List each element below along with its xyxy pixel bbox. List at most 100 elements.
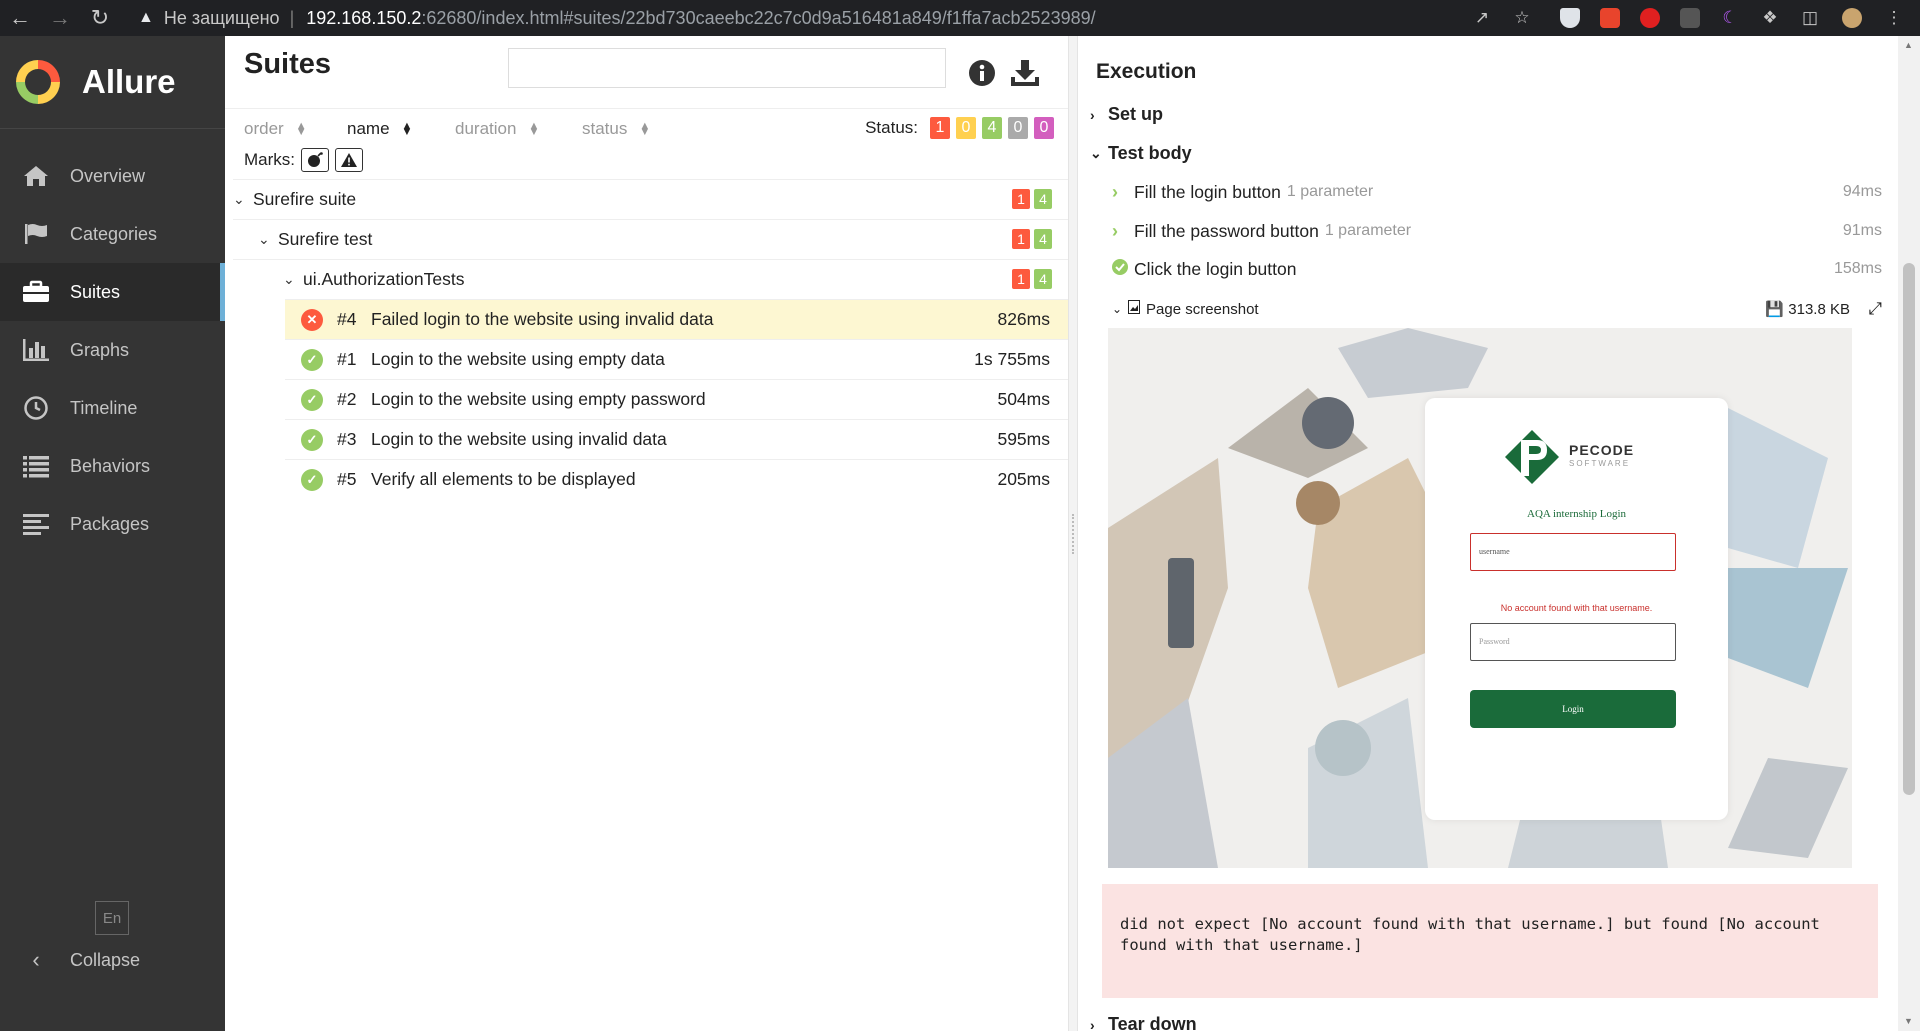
chevron-down-icon: ⌄ xyxy=(283,271,295,287)
username-field: username xyxy=(1470,533,1676,571)
share-icon[interactable]: ↗ xyxy=(1468,4,1496,32)
step-duration: 94ms xyxy=(1842,183,1882,200)
sidebar-item-label: Packages xyxy=(70,513,150,534)
collapse-button[interactable]: ‹ Collapse xyxy=(22,947,140,973)
new-failed-warning-icon[interactable] xyxy=(335,148,363,172)
step-row[interactable]: › Fill the password button 1 parameter 9… xyxy=(1112,216,1882,246)
setup-section[interactable]: › Set up xyxy=(1090,104,1163,125)
sidebar-item-graphs[interactable]: Graphs xyxy=(0,321,225,379)
status-broken-toggle[interactable]: 0 xyxy=(956,117,976,139)
clock-icon xyxy=(22,394,50,422)
profile-avatar[interactable] xyxy=(1838,4,1866,32)
sort-bar: order ▲ ▼ name ▲ ▼ duration ▲ ▼ status ▲ ▼ S… xyxy=(225,108,1068,144)
test-case-row[interactable]: ✓ #5 Verify all elements to be displayed… xyxy=(285,459,1068,499)
sidebar-item-packages[interactable]: Packages xyxy=(0,495,225,553)
browser-toolbar: ← → ↻ ▲ Не защищено | 192.168.150.2:6268… xyxy=(0,0,1920,36)
login-card: PECODE SOFTWARE AQA internship Login user… xyxy=(1425,398,1728,820)
warning-icon: ▲ xyxy=(138,9,154,26)
brand-name: Allure xyxy=(82,63,176,100)
sidebar-item-label: Timeline xyxy=(70,397,138,418)
pecode-brand-sub: SOFTWARE xyxy=(1569,459,1631,468)
node-label: ui.AuthorizationTests xyxy=(303,269,465,289)
node-counts: 1 4 xyxy=(1008,269,1052,289)
passed-status-icon: ✓ xyxy=(301,468,323,491)
test-case-row[interactable]: ✓ #2 Login to the website using empty pa… xyxy=(285,379,1068,419)
status-unknown-toggle[interactable]: 0 xyxy=(1034,117,1054,139)
attachment-size-value: 313.8 KB xyxy=(1788,301,1850,318)
security-label: Не защищено xyxy=(163,7,280,28)
error-message: did not expect [No account found with th… xyxy=(1102,884,1878,998)
sidebar-item-timeline[interactable]: Timeline xyxy=(0,379,225,437)
tree-node-test[interactable]: ⌄ Surefire test 1 4 xyxy=(233,219,1068,259)
download-icon[interactable] xyxy=(1010,58,1040,88)
test-case-name: Login to the website using invalid data xyxy=(371,429,667,449)
status-skipped-toggle[interactable]: 0 xyxy=(1008,117,1028,139)
login-button: Login xyxy=(1470,690,1676,728)
browser-menu-icon[interactable]: ⋮ xyxy=(1880,4,1908,32)
test-case-duration: 826ms xyxy=(997,309,1050,329)
puzzle-extensions-icon[interactable]: ❖ xyxy=(1756,4,1784,32)
step-row[interactable]: Click the login button 158ms xyxy=(1112,254,1882,284)
scrollbar[interactable]: ▲ ▼ xyxy=(1898,36,1920,1031)
test-case-name: Login to the website using empty passwor… xyxy=(371,389,706,409)
pane-resizer[interactable] xyxy=(1068,36,1078,1031)
tree-node-suite[interactable]: ⌄ Surefire suite 1 4 xyxy=(233,179,1068,219)
sidebar-item-suites[interactable]: Suites xyxy=(0,263,225,321)
username-error: No account found with that username. xyxy=(1500,603,1653,613)
status-filter: Status: 1 0 4 0 0 xyxy=(865,117,1054,139)
attachment-row[interactable]: ⌄ Page screenshot 💾 313.8 KB ⤢ xyxy=(1112,294,1882,324)
sort-name[interactable]: name ▲ ▼ xyxy=(347,119,412,139)
address-bar[interactable]: ▲ Не защищено | 192.168.150.2:62680/inde… xyxy=(138,4,1460,32)
sidebar-item-behaviors[interactable]: Behaviors xyxy=(0,437,225,495)
side-panel-icon[interactable]: ◫ xyxy=(1796,4,1824,32)
scrollbar-thumb[interactable] xyxy=(1903,263,1915,795)
reload-icon[interactable]: ↻ xyxy=(80,0,120,36)
selenium-extension-icon[interactable] xyxy=(1676,4,1704,32)
language-switch[interactable]: En xyxy=(95,901,129,935)
marks-filter: Marks: xyxy=(244,148,363,172)
arrow-extension-icon[interactable] xyxy=(1596,4,1624,32)
test-body-section[interactable]: ⌄ Test body xyxy=(1090,143,1192,164)
login-title: AQA internship Login xyxy=(1527,508,1626,520)
sort-order[interactable]: order ▲ ▼ xyxy=(244,119,307,139)
tree-node-class[interactable]: ⌄ ui.AuthorizationTests 1 4 xyxy=(233,259,1068,299)
expand-icon[interactable]: ⤢ xyxy=(1868,299,1882,319)
shield-extension-icon[interactable] xyxy=(1556,4,1584,32)
sort-status[interactable]: status ▲ ▼ xyxy=(582,119,650,139)
step-name: Click the login button xyxy=(1134,258,1297,279)
suites-tree: ⌄ Surefire suite 1 4 ⌄ Surefire test 1 4… xyxy=(233,179,1068,499)
search-input[interactable] xyxy=(508,48,946,88)
pecode-logo: PECODE SOFTWARE xyxy=(1503,428,1634,486)
test-case-duration: 205ms xyxy=(997,469,1050,489)
teardown-section[interactable]: › Tear down xyxy=(1090,1014,1197,1031)
back-icon[interactable]: ← xyxy=(0,0,40,36)
sort-label: status xyxy=(582,119,628,138)
status-failed-toggle[interactable]: 1 xyxy=(930,117,950,139)
forward-icon[interactable]: → xyxy=(40,0,80,36)
adblock-extension-icon[interactable] xyxy=(1636,4,1664,32)
scroll-down-icon[interactable]: ▼ xyxy=(1904,1016,1913,1026)
step-row[interactable]: › Fill the login button 1 parameter 94ms xyxy=(1112,177,1882,207)
status-passed-toggle[interactable]: 4 xyxy=(982,117,1002,139)
test-case-row[interactable]: ✓ #3 Login to the website using invalid … xyxy=(285,419,1068,459)
pecode-brand: PECODE xyxy=(1569,442,1635,458)
brand[interactable]: Allure xyxy=(0,36,225,129)
test-case-row[interactable]: ✓ #1 Login to the website using empty da… xyxy=(285,339,1068,379)
flaky-bomb-icon[interactable] xyxy=(301,148,329,172)
bookmark-star-icon[interactable]: ☆ xyxy=(1508,4,1536,32)
info-icon[interactable] xyxy=(967,58,997,88)
test-case-row[interactable]: ✕ #4 Failed login to the website using i… xyxy=(285,299,1068,339)
sort-duration[interactable]: duration ▲ ▼ xyxy=(455,119,539,139)
step-name: Fill the password button xyxy=(1134,220,1319,241)
step-parameters: 1 parameter xyxy=(1286,183,1374,200)
url-path: :62680/index.html#suites/22bd730caeebc22… xyxy=(421,7,1096,28)
chevron-down-icon: ⌄ xyxy=(258,231,270,247)
failed-status-icon: ✕ xyxy=(301,308,323,331)
moon-extension-icon[interactable]: ☾ xyxy=(1716,4,1744,32)
scroll-up-icon[interactable]: ▲ xyxy=(1904,40,1913,50)
sidebar-item-categories[interactable]: Categories xyxy=(0,205,225,263)
sidebar-item-overview[interactable]: Overview xyxy=(0,147,225,205)
url-host: 192.168.150.2 xyxy=(306,7,422,28)
passed-status-icon: ✓ xyxy=(301,388,323,411)
test-case-name: Verify all elements to be displayed xyxy=(371,469,636,489)
